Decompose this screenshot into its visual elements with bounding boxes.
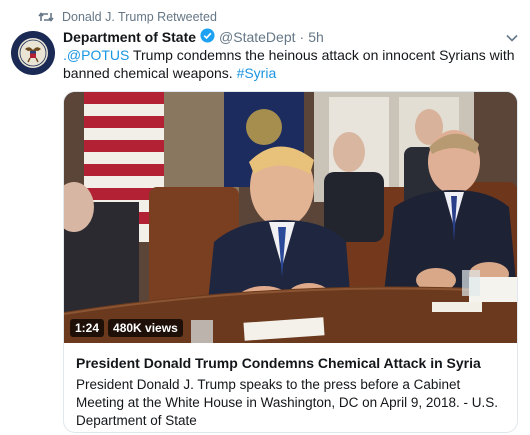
tweet-text: .@POTUS Trump condemns the heinous attac… xyxy=(63,46,518,82)
display-name[interactable]: Department of State xyxy=(63,29,196,45)
timestamp[interactable]: 5h xyxy=(308,29,324,45)
video-player[interactable]: 1:24 480K views xyxy=(64,92,517,343)
card-title[interactable]: President Donald Trump Condemns Chemical… xyxy=(76,354,505,373)
separator-dot: · xyxy=(299,29,305,45)
video-card[interactable]: 1:24 480K views President Donald Trump C… xyxy=(63,91,518,433)
verified-badge-icon xyxy=(200,28,215,46)
handle[interactable]: @StateDept xyxy=(219,29,295,45)
state-department-seal-icon xyxy=(11,31,55,75)
tweet-body: Trump condemns the heinous attack on inn… xyxy=(63,47,515,81)
hashtag-link[interactable]: #Syria xyxy=(237,65,277,81)
video-thumbnail xyxy=(64,92,517,343)
retweet-text[interactable]: Donald J. Trump Retweeted xyxy=(62,10,217,24)
retweet-icon xyxy=(38,11,54,23)
card-description: President Donald J. Trump speaks to the … xyxy=(76,377,498,428)
card-body[interactable]: President Donald Trump Condemns Chemical… xyxy=(64,343,517,432)
video-views: 480K views xyxy=(108,319,183,337)
retweet-indicator: Donald J. Trump Retweeted xyxy=(38,10,217,24)
video-duration: 1:24 xyxy=(70,319,105,337)
mention-link[interactable]: .@POTUS xyxy=(63,47,129,63)
avatar[interactable] xyxy=(11,31,55,75)
video-meta: 1:24 480K views xyxy=(70,319,183,337)
tweet-header: Department of State @StateDept · 5h xyxy=(63,28,324,46)
